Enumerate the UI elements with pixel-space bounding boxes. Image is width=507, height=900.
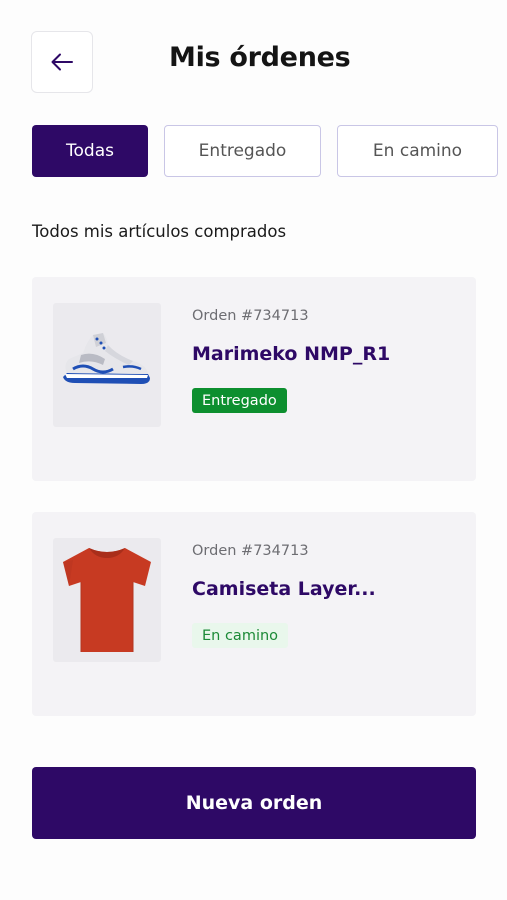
sneaker-image [53,303,161,427]
page-title: Mis órdenes [169,42,351,73]
tab-delivered[interactable]: Entregado [164,125,321,177]
product-name: Marimeko NMP_R1 [192,343,391,365]
order-card[interactable]: Orden #734713 Marimeko NMP_R1 Entregado [32,277,476,481]
order-number: Orden #734713 [192,308,309,324]
order-card[interactable]: Orden #734713 Camiseta Layer... En camin… [32,512,476,716]
order-number: Orden #734713 [192,543,309,559]
status-badge: En camino [192,623,289,648]
back-button[interactable] [31,31,93,93]
status-badge: Entregado [192,388,287,413]
product-name: Camiseta Layer... [192,578,376,600]
filter-tabs: Todas Entregado En camino [32,125,498,177]
section-heading: Todos mis artículos comprados [32,222,287,241]
new-order-button[interactable]: Nueva orden [32,767,476,839]
orders-screen: Mis órdenes Todas Entregado En camino To… [0,0,507,900]
tshirt-image [53,538,161,662]
arrow-left-icon [51,53,73,71]
tab-in-transit[interactable]: En camino [337,125,498,177]
tab-all[interactable]: Todas [32,125,148,177]
